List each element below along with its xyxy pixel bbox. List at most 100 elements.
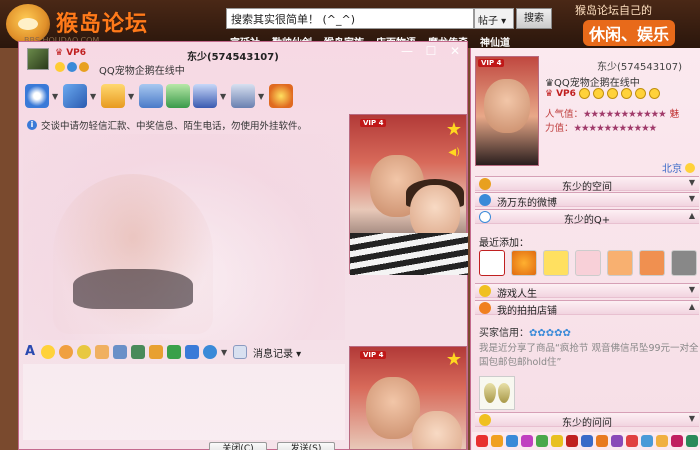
forum-nav-item[interactable]: 神仙道 — [480, 34, 510, 49]
strength-label: 力值： — [545, 123, 574, 134]
profile-vip-row: ♛ VP6 — [545, 88, 660, 99]
emoji-icon[interactable] — [592, 88, 604, 99]
weather-sun-icon[interactable] — [685, 162, 695, 173]
send-button[interactable]: 发送(S) — [277, 442, 335, 450]
forum-search-input[interactable]: 搜索其实很简单！ (^_^) — [226, 8, 474, 29]
game-app-icon[interactable] — [639, 250, 665, 276]
chevron-down-icon[interactable]: ▼ — [689, 194, 695, 203]
section-weibo[interactable]: 汤万东的微博 ▼ — [475, 192, 699, 209]
font-icon[interactable]: A — [23, 345, 37, 359]
game-icon[interactable] — [536, 435, 548, 447]
gem-icon[interactable] — [521, 435, 533, 447]
wand-icon[interactable] — [581, 435, 593, 447]
forum-logo[interactable]: 猴岛论坛 BBS.HOUDAO.COM — [4, 2, 154, 45]
file-transfer-icon[interactable] — [101, 84, 125, 108]
contact-profile-panel: VIP 4 东少(574543107) ♛QQ宠物企鹅在线中 ♛ VP6 人气值：… — [470, 48, 700, 450]
diamond-icon[interactable] — [611, 435, 623, 447]
message-record-icon[interactable] — [233, 345, 247, 359]
my-show-photo[interactable]: VIP 4 ★ — [349, 346, 467, 450]
chevron-down-icon[interactable]: ▼ — [128, 92, 136, 101]
chat-history-area[interactable] — [23, 134, 345, 340]
chevron-down-icon[interactable]: ▼ — [220, 92, 228, 101]
moon-icon[interactable] — [606, 88, 618, 99]
heart-icon[interactable] — [566, 435, 578, 447]
photo-app-icon[interactable] — [575, 250, 601, 276]
speaker-icon[interactable]: ◀) — [448, 147, 460, 158]
forum-search-type-select[interactable]: 帖子 ▾ — [474, 8, 514, 29]
chat-titlebar[interactable]: ♛ VP6 东少(574543107) QQ宠物企鹅在线中 — ☐ ✕ — [19, 42, 467, 77]
section-games[interactable]: 游戏人生 ▼ — [475, 283, 699, 300]
more-tools-icon[interactable] — [203, 345, 217, 359]
section-wenwen[interactable]: 东少的问问 ▼ — [475, 412, 699, 429]
shake-icon[interactable] — [77, 345, 91, 359]
forum-search-button[interactable]: 搜索 — [516, 8, 552, 29]
qq-icon[interactable] — [67, 62, 77, 72]
chevron-down-icon[interactable]: ▼ — [52, 92, 60, 101]
ribbon-icon[interactable] — [671, 435, 683, 447]
section-qplus[interactable]: 东少的Q+ ▲ — [475, 209, 699, 226]
scribble-icon[interactable] — [185, 345, 199, 359]
chevron-down-icon[interactable]: ▼ — [689, 414, 695, 423]
chevron-down-icon[interactable]: ▼ — [689, 178, 695, 187]
music-icon[interactable] — [149, 345, 163, 359]
voice-message-icon[interactable] — [95, 345, 109, 359]
chevron-down-icon[interactable]: ▼ — [689, 285, 695, 294]
email-icon[interactable] — [139, 84, 163, 108]
app-icon[interactable] — [166, 84, 190, 108]
farm-app-icon[interactable] — [607, 250, 633, 276]
contact-show-photo[interactable]: VIP 4 ★ ◀) — [349, 114, 468, 275]
sun-icon[interactable] — [656, 435, 668, 447]
profile-photo[interactable]: VIP 4 — [475, 56, 539, 166]
close-button[interactable]: 关闭(C) — [209, 442, 267, 450]
moon-icon[interactable] — [620, 88, 632, 99]
emoji-icon[interactable] — [648, 88, 660, 99]
emoji-icon[interactable] — [634, 88, 646, 99]
gift-icon[interactable] — [596, 435, 608, 447]
contact-avatar[interactable] — [27, 48, 49, 70]
video-call-icon[interactable] — [25, 84, 49, 108]
chevron-up-icon[interactable]: ▲ — [689, 302, 695, 311]
message-record-button[interactable]: 消息记录 ▾ — [253, 345, 301, 360]
chevron-down-icon[interactable]: ▼ — [90, 92, 98, 101]
meeting-icon[interactable] — [193, 84, 217, 108]
qq-show-icon[interactable] — [476, 435, 488, 447]
screenshot-icon[interactable] — [113, 345, 127, 359]
maximize-button[interactable]: ☐ — [423, 44, 439, 58]
message-input[interactable] — [23, 364, 345, 440]
chat-status-icons — [55, 62, 89, 72]
minimize-button[interactable]: — — [399, 44, 415, 58]
chevron-up-icon[interactable]: ▲ — [689, 211, 695, 220]
shared-item-text[interactable]: 我是近分享了商品“疯抢节 观音佛信吊坠99元一对全国包邮包邮hold住” — [479, 342, 699, 370]
gift-icon[interactable] — [167, 345, 181, 359]
image-icon[interactable] — [131, 345, 145, 359]
earring-image — [498, 383, 510, 403]
buyer-credit: 买家信用：✿✿✿✿✿ — [479, 324, 571, 339]
orange-app-icon[interactable] — [511, 250, 537, 276]
close-window-button[interactable]: ✕ — [447, 44, 463, 58]
video-icon[interactable] — [641, 435, 653, 447]
recent-added-label: 最近添加： — [479, 238, 529, 249]
chevron-down-icon[interactable]: ▼ — [221, 348, 229, 357]
forum-slogan: 猴岛论坛自己的 休闲、娱乐 — [565, 2, 700, 46]
section-shop[interactable]: 我的拍拍店铺 ▲ — [475, 300, 699, 317]
section-space[interactable]: 东少的空间 ▼ — [475, 176, 699, 193]
penguin-icon[interactable] — [79, 62, 89, 72]
pet-icon[interactable] — [491, 435, 503, 447]
video-app-icon[interactable] — [671, 250, 697, 276]
magic-emoji-icon[interactable] — [59, 345, 73, 359]
voice-call-icon[interactable] — [63, 84, 87, 108]
pet-app-icon[interactable] — [543, 250, 569, 276]
emoji-icon[interactable] — [41, 345, 55, 359]
app-icon[interactable] — [479, 250, 505, 276]
profile-header: VIP 4 东少(574543107) ♛QQ宠物企鹅在线中 ♛ VP6 人气值：… — [471, 48, 700, 175]
leaf-icon[interactable] — [686, 435, 698, 447]
star-icon[interactable] — [551, 435, 563, 447]
music-icon[interactable] — [506, 435, 518, 447]
star-icon[interactable] — [55, 62, 65, 72]
emoji-icon[interactable] — [578, 88, 590, 99]
settings-icon[interactable] — [231, 84, 255, 108]
shared-item-thumbnail[interactable] — [479, 376, 515, 410]
chevron-down-icon[interactable]: ▼ — [258, 92, 266, 101]
game-icon[interactable] — [269, 84, 293, 108]
rose-icon[interactable] — [626, 435, 638, 447]
